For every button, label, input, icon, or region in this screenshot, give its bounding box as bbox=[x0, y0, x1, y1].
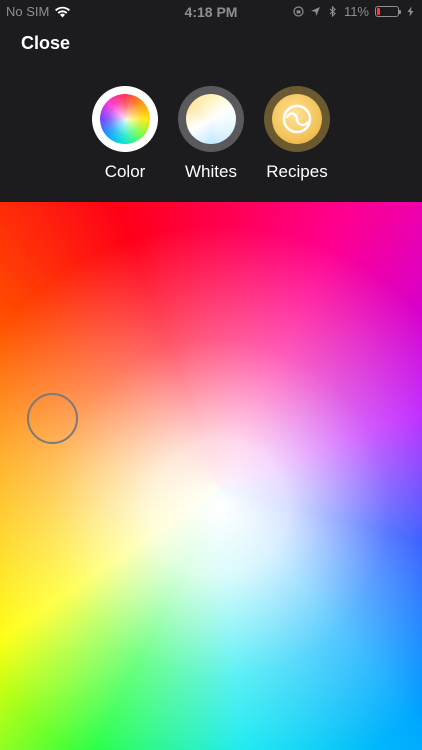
header: No SIM 4:18 PM 11% Close Color Whites Re… bbox=[0, 0, 422, 202]
bluetooth-icon bbox=[329, 6, 336, 17]
tab-recipes-ring bbox=[264, 86, 330, 152]
tab-recipes[interactable]: Recipes bbox=[252, 86, 342, 186]
tab-recipes-label: Recipes bbox=[266, 162, 328, 181]
light-color-screen: No SIM 4:18 PM 11% Close Color Whites Re… bbox=[0, 0, 422, 750]
tab-whites-ring bbox=[178, 86, 244, 152]
charging-icon bbox=[407, 6, 414, 17]
recipe-icon bbox=[282, 104, 312, 134]
location-icon bbox=[310, 7, 320, 16]
color-picker-area[interactable] bbox=[0, 202, 422, 750]
tab-whites[interactable]: Whites bbox=[166, 86, 256, 186]
tab-color[interactable]: Color bbox=[80, 86, 170, 186]
color-picker-handle[interactable] bbox=[27, 393, 78, 444]
tab-color-ring bbox=[92, 86, 158, 152]
battery-percent: 11% bbox=[343, 4, 369, 19]
battery-icon bbox=[375, 6, 401, 17]
status-bar: No SIM 4:18 PM 11% bbox=[0, 0, 422, 22]
white-wheel-icon bbox=[186, 94, 236, 144]
color-wheel-icon bbox=[100, 94, 150, 144]
orientation-lock-icon bbox=[293, 6, 304, 17]
status-right: 11% bbox=[293, 4, 416, 19]
tab-whites-label: Whites bbox=[185, 162, 237, 181]
recipe-swatch bbox=[272, 94, 322, 144]
close-button[interactable]: Close bbox=[21, 33, 70, 54]
tab-color-label: Color bbox=[104, 162, 146, 181]
mode-tabs: Color Whites Recipes bbox=[0, 86, 422, 186]
